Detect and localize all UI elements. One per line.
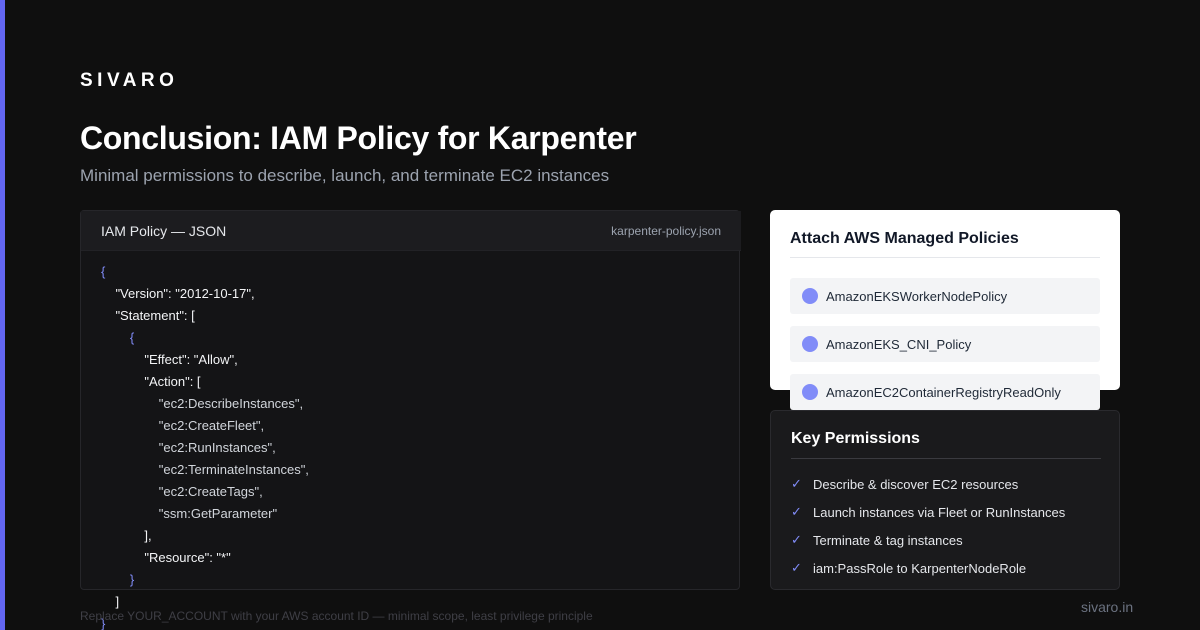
code-line: "Statement": [ xyxy=(101,308,195,323)
code-line: { xyxy=(101,264,106,279)
permission-item: ✓ iam:PassRole to KarpenterNodeRole xyxy=(791,560,1026,576)
check-icon: ✓ xyxy=(791,504,802,519)
permission-label: Terminate & tag instances xyxy=(813,532,963,548)
bullet-dot-icon xyxy=(802,384,818,400)
accent-bar xyxy=(0,0,5,630)
code-line: "ec2:TerminateInstances", xyxy=(101,462,309,477)
code-line: } xyxy=(101,572,135,587)
code-line: "ec2:RunInstances", xyxy=(101,440,276,455)
bullet-dot-icon xyxy=(802,288,818,304)
code-panel-title: IAM Policy — JSON xyxy=(101,222,227,239)
code-panel: IAM Policy — JSON karpenter-policy.json … xyxy=(80,210,741,630)
check-icon: ✓ xyxy=(791,560,802,575)
permission-label: Launch instances via Fleet or RunInstanc… xyxy=(813,504,1066,520)
permission-item: ✓ Describe & discover EC2 resources xyxy=(791,476,1018,492)
permission-label: Describe & discover EC2 resources xyxy=(813,476,1019,492)
footer-note: Replace YOUR_ACCOUNT with your AWS accou… xyxy=(80,609,593,623)
check-icon: ✓ xyxy=(791,532,802,547)
managed-policies-title: Attach AWS Managed Policies xyxy=(790,230,1019,247)
permission-item: ✓ Launch instances via Fleet or RunInsta… xyxy=(791,504,1065,520)
policy-label: AmazonEC2ContainerRegistryReadOnly xyxy=(826,384,1061,400)
check-icon: ✓ xyxy=(791,476,802,491)
page-title: Conclusion: IAM Policy for Karpenter xyxy=(80,120,637,156)
code-line: { xyxy=(101,330,135,345)
code-line: "ssm:GetParameter" xyxy=(101,506,278,521)
code-line: ], xyxy=(101,528,152,543)
divider xyxy=(790,257,1100,258)
code-line: "ec2:CreateTags", xyxy=(101,484,263,499)
page-subtitle: Minimal permissions to describe, launch,… xyxy=(80,166,610,185)
code-line: "ec2:CreateFleet", xyxy=(101,418,265,433)
divider xyxy=(791,458,1101,459)
code-line: "ec2:DescribeInstances", xyxy=(101,396,304,411)
policy-item: AmazonEKSWorkerNodePolicy xyxy=(790,278,1100,314)
policy-item: AmazonEC2ContainerRegistryReadOnly xyxy=(790,374,1100,410)
footer-domain: sivaro.in xyxy=(1081,599,1134,615)
code-line: "Version": "2012-10-17", xyxy=(101,286,255,301)
brand-logo: SIVARO xyxy=(80,70,179,91)
policy-label: AmazonEKS_CNI_Policy xyxy=(826,336,972,352)
key-permissions-card: Key Permissions ✓ Describe & discover EC… xyxy=(770,410,1120,590)
code-line: "Effect": "Allow", xyxy=(101,352,238,367)
permission-item: ✓ Terminate & tag instances xyxy=(791,532,963,548)
policy-item: AmazonEKS_CNI_Policy xyxy=(790,326,1100,362)
code-line: "Resource": "*" xyxy=(101,550,231,565)
policy-label: AmazonEKSWorkerNodePolicy xyxy=(826,288,1008,304)
code-line: "Action": [ xyxy=(101,374,201,389)
bullet-dot-icon xyxy=(802,336,818,352)
code-block: { "Version": "2012-10-17", "Statement": … xyxy=(101,261,309,630)
code-filename: karpenter-policy.json xyxy=(611,223,721,238)
permission-label: iam:PassRole to KarpenterNodeRole xyxy=(813,560,1027,576)
code-panel-header: IAM Policy — JSON karpenter-policy.json xyxy=(81,211,741,251)
key-permissions-title: Key Permissions xyxy=(791,430,920,447)
managed-policies-card: Attach AWS Managed Policies AmazonEKSWor… xyxy=(770,210,1120,410)
